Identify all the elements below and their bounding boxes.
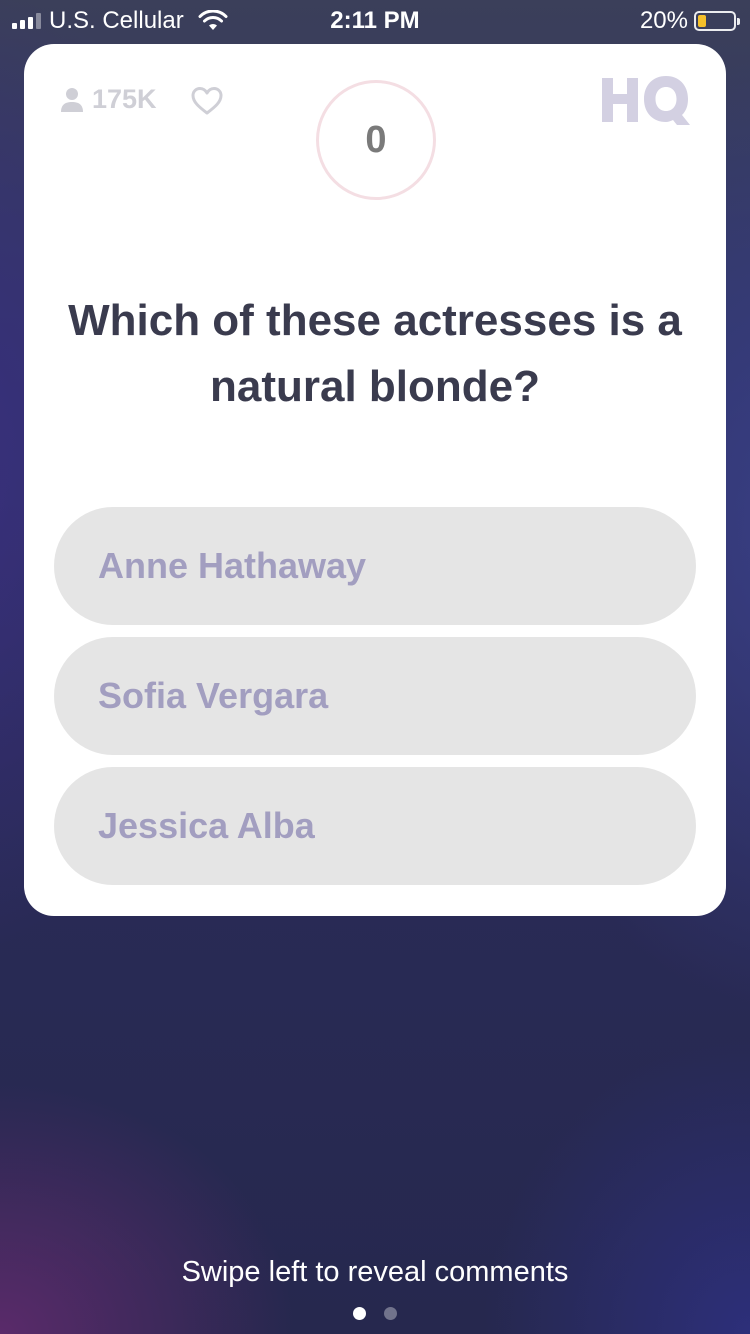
heart-icon[interactable] bbox=[190, 86, 224, 116]
countdown-timer: 0 bbox=[316, 80, 436, 200]
question-text: Which of these actresses is a natural bl… bbox=[68, 296, 682, 411]
person-icon bbox=[61, 87, 83, 112]
battery-level-fill bbox=[698, 15, 706, 27]
question-card: 175K 0 Which of these actresses is a nat… bbox=[24, 44, 726, 916]
page-indicator[interactable] bbox=[0, 1307, 750, 1320]
battery-percent: 20% bbox=[639, 7, 688, 34]
status-bar: U.S. Cellular 2:11 PM 20% bbox=[0, 0, 750, 40]
viewer-count-label: 175K bbox=[92, 84, 157, 114]
answer-option-3[interactable]: Jessica Alba bbox=[54, 767, 696, 885]
battery-icon bbox=[694, 11, 740, 31]
page-dot-2[interactable] bbox=[384, 1307, 397, 1320]
swipe-hint: Swipe left to reveal comments bbox=[181, 1256, 569, 1288]
viewer-count: 175K bbox=[60, 84, 157, 115]
hq-logo bbox=[602, 76, 690, 125]
status-time: 2:11 PM bbox=[330, 7, 420, 34]
page-dot-1[interactable] bbox=[353, 1307, 366, 1320]
status-right: 20% bbox=[639, 7, 740, 35]
answer-option-2[interactable]: Sofia Vergara bbox=[54, 637, 696, 755]
answer-option-1[interactable]: Anne Hathaway bbox=[54, 507, 696, 625]
